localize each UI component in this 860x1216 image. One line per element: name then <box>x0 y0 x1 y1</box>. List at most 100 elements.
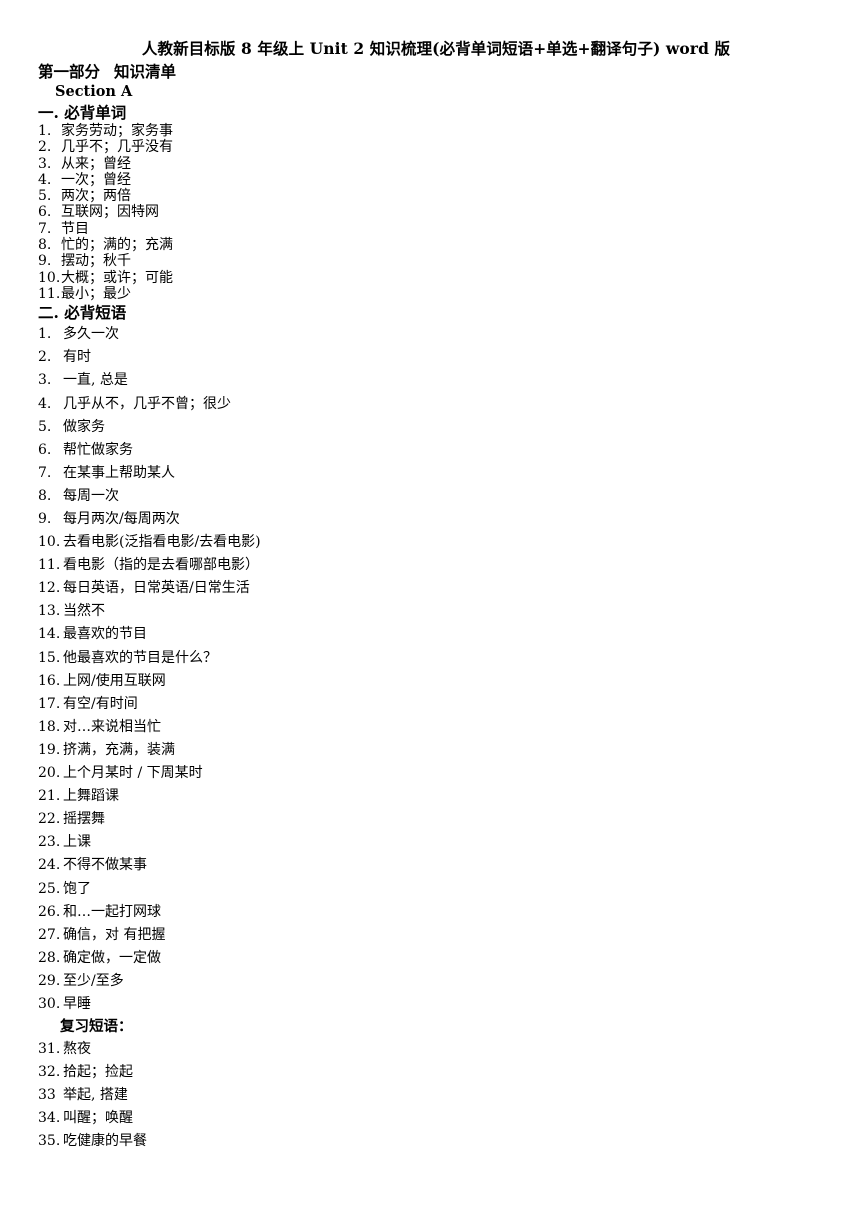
word-list-item: 3. 从来；曾经 <box>38 156 820 172</box>
item-text: 从来；曾经 <box>61 155 131 172</box>
item-number: 5. <box>38 188 52 205</box>
word-list-item: 9. 摆动；秋千 <box>38 253 820 269</box>
item-number: 34. <box>38 1110 61 1127</box>
phrase-list-item: 18. 对…来说相当忙 <box>38 716 820 739</box>
item-number: 17. <box>38 695 61 712</box>
phrase-list-item: 24. 不得不做某事 <box>38 854 820 877</box>
review-phrase-list-item: 32. 拾起；捡起 <box>38 1061 820 1084</box>
word-list-item: 4. 一次；曾经 <box>38 172 820 188</box>
item-number: 8. <box>38 487 52 504</box>
item-text: 早睡 <box>63 995 91 1012</box>
item-number: 27. <box>38 926 61 943</box>
phrase-list-item: 25. 饱了 <box>38 878 820 901</box>
phrase-list-item: 6. 帮忙做家务 <box>38 439 820 462</box>
document-page: 人教新目标版 8 年级上 Unit 2 知识梳理(必背单词短语+单选+翻译句子)… <box>0 0 860 1216</box>
phrase-list-item: 16. 上网/使用互联网 <box>38 670 820 693</box>
word-list-item: 6. 互联网；因特网 <box>38 204 820 220</box>
phrase-list-item: 1. 多久一次 <box>38 323 820 346</box>
item-text: 忙的；满的；充满 <box>61 237 173 254</box>
item-text: 最小；最少 <box>61 285 131 302</box>
item-text: 举起, 搭建 <box>63 1087 128 1104</box>
item-text: 大概；或许；可能 <box>61 269 173 286</box>
item-number: 13. <box>38 603 61 620</box>
item-text: 一次；曾经 <box>61 171 131 188</box>
item-number: 7. <box>38 220 52 237</box>
phrase-list-item: 20. 上个月某时 / 下周某时 <box>38 762 820 785</box>
item-number: 21. <box>38 788 61 805</box>
item-text: 一直, 总是 <box>63 372 128 389</box>
phrase-list-item: 11. 看电影（指的是去看哪部电影） <box>38 554 820 577</box>
item-number: 6. <box>38 441 52 458</box>
phrase-list-item: 14. 最喜欢的节目 <box>38 623 820 646</box>
phrase-list-item: 5. 做家务 <box>38 416 820 439</box>
item-number: 2. <box>38 349 52 366</box>
item-number: 3. <box>38 155 52 172</box>
must-memorize-phrases-list: 1. 多久一次 2. 有时 3. 一直, 总是 4. 几乎从不，几乎不曾；很少 5. 做家务 6. 帮… <box>38 323 820 1016</box>
review-phrases-heading: 复习短语： <box>60 1018 133 1036</box>
item-text: 摆动；秋千 <box>61 253 131 270</box>
item-number: 14. <box>38 626 61 643</box>
item-text: 每月两次/每周两次 <box>63 511 180 528</box>
item-text: 有时 <box>63 349 91 366</box>
item-text: 家务劳动；家务事 <box>61 123 173 139</box>
document-title: 人教新目标版 8 年级上 Unit 2 知识梳理(必背单词短语+单选+翻译句子)… <box>141 39 731 58</box>
item-number: 4. <box>38 395 52 412</box>
item-number: 31. <box>38 1041 61 1058</box>
item-number: 8. <box>38 237 52 254</box>
phrase-list-item: 7. 在某事上帮助某人 <box>38 462 820 485</box>
item-number: 3. <box>38 372 52 389</box>
item-text: 节目 <box>61 220 89 237</box>
word-list-item: 5. 两次；两倍 <box>38 188 820 204</box>
item-text: 拾起；捡起 <box>63 1064 133 1081</box>
item-number: 9. <box>38 253 52 270</box>
phrase-list-item: 9. 每月两次/每周两次 <box>38 508 820 531</box>
item-number: 4. <box>38 171 52 188</box>
word-list-item: 7. 节目 <box>38 221 820 237</box>
review-phrase-list-item: 31. 熬夜 <box>38 1038 820 1061</box>
item-number: 1. <box>38 123 52 139</box>
section-a-heading: Section A <box>55 83 133 100</box>
item-number: 6. <box>38 204 52 221</box>
phrase-list-item: 28. 确定做，一定做 <box>38 947 820 970</box>
item-number: 19. <box>38 741 61 758</box>
item-number: 20. <box>38 765 61 782</box>
item-number: 18. <box>38 718 61 735</box>
item-text: 他最喜欢的节目是什么？ <box>63 649 217 666</box>
item-text: 挤满，充满，装满 <box>63 741 175 758</box>
item-text: 每日英语，日常英语/日常生活 <box>63 580 250 597</box>
review-phrase-list-item: 33 举起, 搭建 <box>38 1084 820 1107</box>
item-number: 10. <box>38 269 61 286</box>
phrase-list-item: 23. 上课 <box>38 831 820 854</box>
item-text: 几乎从不，几乎不曾；很少 <box>63 395 231 412</box>
item-number: 24. <box>38 857 61 874</box>
phrase-list-item: 21. 上舞蹈课 <box>38 785 820 808</box>
part-label: 第一部分 <box>38 62 101 81</box>
phrase-list-item: 27. 确信，对 有把握 <box>38 924 820 947</box>
item-text: 上课 <box>63 834 91 851</box>
phrase-list-item: 4. 几乎从不，几乎不曾；很少 <box>38 393 820 416</box>
phrase-list-item: 22. 摇摆舞 <box>38 808 820 831</box>
item-text: 对…来说相当忙 <box>63 718 161 735</box>
item-number: 11. <box>38 285 61 302</box>
item-number: 22. <box>38 811 61 828</box>
phrase-list-item: 17. 有空/有时间 <box>38 693 820 716</box>
item-text: 帮忙做家务 <box>63 441 133 458</box>
review-phrase-list-item: 34. 叫醒；唤醒 <box>38 1107 820 1130</box>
item-number: 15. <box>38 649 61 666</box>
phrase-list-item: 3. 一直, 总是 <box>38 369 820 392</box>
item-number: 23. <box>38 834 61 851</box>
item-text: 多久一次 <box>63 326 119 343</box>
phrase-list-item: 12. 每日英语，日常英语/日常生活 <box>38 577 820 600</box>
word-list-item: 8. 忙的；满的；充满 <box>38 237 820 253</box>
item-text: 去看电影(泛指看电影/去看电影) <box>63 534 261 551</box>
item-number: 11. <box>38 557 61 574</box>
item-text: 在某事上帮助某人 <box>63 464 175 481</box>
phrase-list-item: 30. 早睡 <box>38 993 820 1016</box>
item-text: 上个月某时 / 下周某时 <box>63 765 203 782</box>
item-text: 至少/至多 <box>63 972 124 989</box>
must-memorize-words-list: 1. 家务劳动；家务事 2. 几乎不；几乎没有 3. 从来；曾经 4. 一次；曾经 5. 两次；两… <box>38 123 820 302</box>
part-name: 知识清单 <box>114 62 177 81</box>
item-text: 上网/使用互联网 <box>63 672 166 689</box>
item-text: 有空/有时间 <box>63 695 138 712</box>
word-list-item: 2. 几乎不；几乎没有 <box>38 139 820 155</box>
